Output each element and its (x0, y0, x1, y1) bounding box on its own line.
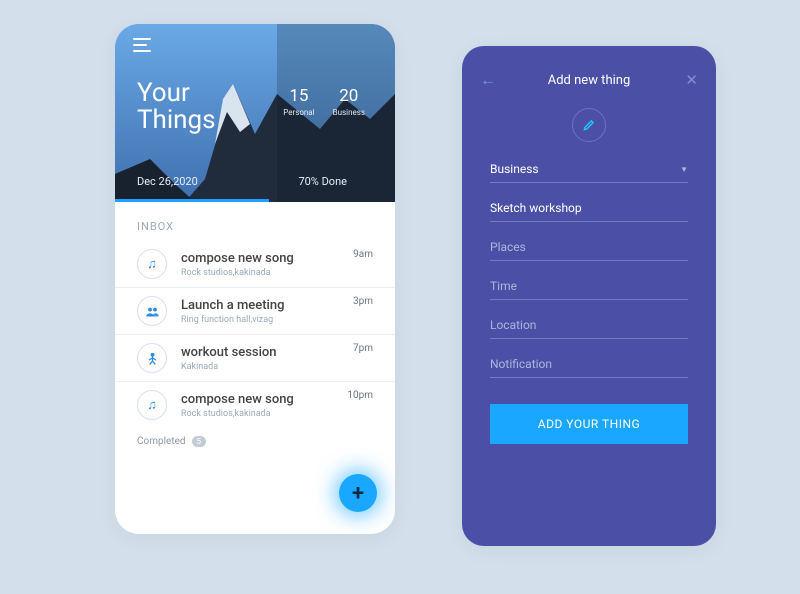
field-placeholder: Time (490, 279, 688, 293)
modal-title: Add new thing (548, 73, 631, 88)
hero-progress-bar (115, 199, 269, 202)
list-item-time: 10pm (347, 390, 373, 401)
inbox-label: INBOX (115, 202, 395, 241)
completed-label: Completed (137, 436, 186, 447)
list-item-time: 3pm (353, 296, 373, 307)
stat-personal: 15 Personal (283, 86, 314, 117)
back-icon[interactable]: ← (480, 70, 496, 90)
completed-count-badge: 5 (192, 436, 207, 447)
list-item[interactable]: ♫ compose new song Rock studios,kakinada… (115, 382, 395, 428)
completed-row[interactable]: Completed 5 (115, 428, 395, 455)
hero-stats: 15 Personal 20 Business (283, 86, 365, 117)
music-icon: ♫ (137, 249, 167, 279)
field-placeholder: Places (490, 240, 688, 254)
list-item-title: workout session (181, 345, 373, 360)
add-your-thing-button[interactable]: ADD YOUR THING (490, 404, 688, 444)
person-icon (137, 343, 167, 373)
list-item[interactable]: ♫ compose new song Rock studios,kakinada… (115, 241, 395, 288)
phone-add-thing: ← Add new thing ✕ Business ▼ Sketch work… (462, 46, 716, 546)
category-value: Business (490, 162, 688, 176)
list-item-sub: Ring function hall,vizag (181, 315, 373, 325)
people-icon (137, 296, 167, 326)
task-name-input[interactable]: Sketch workshop (490, 201, 688, 222)
list-item-time: 7pm (353, 343, 373, 354)
edit-icon[interactable] (572, 108, 606, 142)
list-item-sub: Rock studios,kakinada (181, 268, 373, 278)
modal-header: ← Add new thing ✕ (462, 60, 716, 100)
hero: Your Things 15 Personal 20 Business Dec … (115, 24, 395, 202)
list-item-sub: Kakinada (181, 362, 373, 372)
time-input[interactable]: Time (490, 279, 688, 300)
notification-input[interactable]: Notification (490, 357, 688, 378)
list-item[interactable]: Launch a meeting Ring function hall,viza… (115, 288, 395, 335)
phone-your-things: Your Things 15 Personal 20 Business Dec … (115, 24, 395, 534)
close-icon[interactable]: ✕ (685, 71, 698, 89)
hero-date: Dec 26,2020 (137, 175, 198, 188)
field-placeholder: Location (490, 318, 688, 332)
list-item-title: compose new song (181, 392, 373, 407)
chevron-down-icon: ▼ (680, 165, 688, 174)
location-input[interactable]: Location (490, 318, 688, 339)
list-item[interactable]: workout session Kakinada 7pm (115, 335, 395, 382)
page-title: Your Things (137, 80, 216, 135)
music-icon: ♫ (137, 390, 167, 420)
stat-business: 20 Business (333, 86, 365, 117)
places-input[interactable]: Places (490, 240, 688, 261)
add-fab-button[interactable]: + (339, 474, 377, 512)
menu-icon[interactable] (133, 38, 151, 52)
inbox-list: ♫ compose new song Rock studios,kakinada… (115, 241, 395, 428)
task-value: Sketch workshop (490, 201, 688, 215)
category-select[interactable]: Business ▼ (490, 162, 688, 183)
list-item-time: 9am (353, 249, 373, 260)
list-item-title: Launch a meeting (181, 298, 373, 313)
list-item-sub: Rock studios,kakinada (181, 409, 373, 419)
list-item-title: compose new song (181, 251, 373, 266)
hero-progress-text: 70% Done (298, 175, 347, 188)
field-placeholder: Notification (490, 357, 688, 371)
